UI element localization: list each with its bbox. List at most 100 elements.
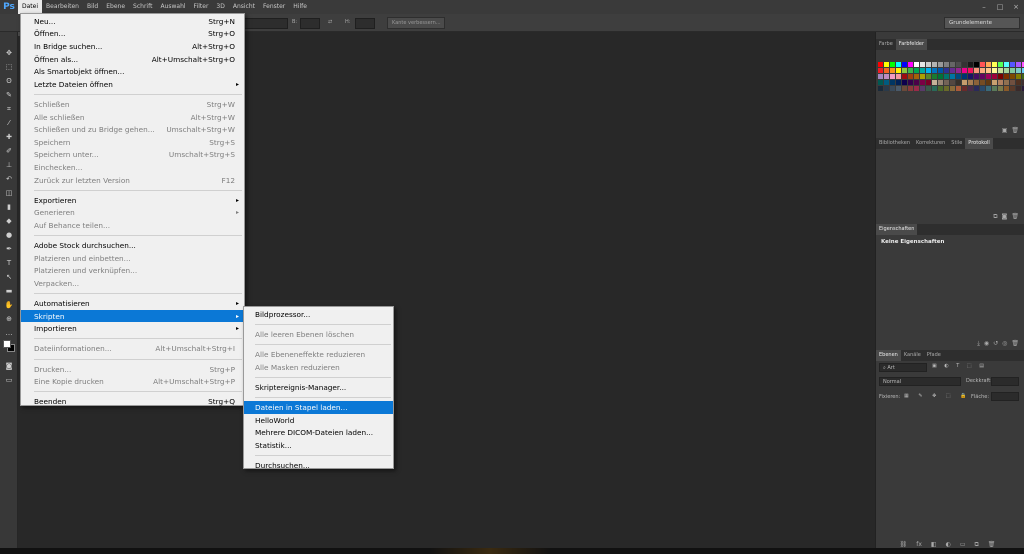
healing-brush-icon[interactable]: ✚ bbox=[3, 132, 15, 143]
color-swatch[interactable] bbox=[950, 74, 955, 79]
color-swatch[interactable] bbox=[920, 62, 925, 67]
menu-auswahl[interactable]: Auswahl bbox=[156, 0, 189, 14]
color-swatch[interactable] bbox=[956, 74, 961, 79]
color-swatch[interactable] bbox=[890, 62, 895, 67]
marquee-tool-icon[interactable]: ⬚ bbox=[3, 62, 15, 73]
layer-filter-icons[interactable]: ▣ ◐ T ⬚ ▤ bbox=[932, 363, 987, 369]
layer-filter-select[interactable]: ⌕ Art bbox=[879, 363, 927, 372]
color-swatch[interactable] bbox=[1004, 80, 1009, 85]
brush-tool-icon[interactable]: ✐ bbox=[3, 146, 15, 157]
color-swatch[interactable] bbox=[896, 86, 901, 91]
lasso-tool-icon[interactable]: ʘ bbox=[3, 76, 15, 87]
menu-datei[interactable]: Datei bbox=[18, 0, 43, 14]
menu-bearbeiten[interactable]: Bearbeiten bbox=[42, 0, 83, 14]
color-swatch[interactable] bbox=[926, 74, 931, 79]
color-swatch[interactable] bbox=[944, 86, 949, 91]
color-swatch[interactable] bbox=[956, 62, 961, 67]
color-swatch[interactable] bbox=[938, 62, 943, 67]
color-swatch[interactable] bbox=[950, 68, 955, 73]
script-item-statistik[interactable]: Statistik... bbox=[244, 439, 393, 452]
type-tool-icon[interactable]: T bbox=[3, 258, 15, 269]
trash-icon[interactable]: 🗑 bbox=[1011, 127, 1019, 136]
color-swatch[interactable] bbox=[956, 80, 961, 85]
color-swatch[interactable] bbox=[968, 68, 973, 73]
color-swatch[interactable] bbox=[980, 68, 985, 73]
reset-icon[interactable]: ↺ bbox=[993, 340, 998, 349]
color-swatch[interactable] bbox=[902, 68, 907, 73]
color-swatch[interactable] bbox=[1016, 80, 1021, 85]
color-swatch[interactable] bbox=[914, 62, 919, 67]
tab-protokoll[interactable]: Protokoll bbox=[965, 138, 993, 149]
tab-pfade[interactable]: Pfade bbox=[924, 350, 944, 361]
script-item-durchsuchen[interactable]: Durchsuchen... bbox=[244, 459, 393, 472]
color-swatch[interactable] bbox=[920, 68, 925, 73]
color-swatch[interactable] bbox=[998, 86, 1003, 91]
trash-icon[interactable]: 🗑 bbox=[1011, 340, 1019, 349]
color-swatch[interactable] bbox=[974, 74, 979, 79]
menu-item-als-smartobjekt-oeffnen[interactable]: Als Smartobjekt öffnen... bbox=[21, 65, 244, 78]
clip-icon[interactable]: ⤓ bbox=[977, 340, 980, 349]
color-swatch[interactable] bbox=[992, 68, 997, 73]
visibility-icon[interactable]: ◎ bbox=[1002, 340, 1007, 349]
color-swatch[interactable] bbox=[986, 68, 991, 73]
color-swatch[interactable] bbox=[932, 62, 937, 67]
menu-item-automatisieren[interactable]: Automatisieren ▸ bbox=[21, 297, 244, 310]
menu-item-beenden[interactable]: Beenden Strg+Q bbox=[21, 396, 244, 409]
script-item-bildprozessor[interactable]: Bildprozessor... bbox=[244, 308, 393, 321]
menu-ansicht[interactable]: Ansicht bbox=[229, 0, 259, 14]
color-swatch[interactable] bbox=[986, 80, 991, 85]
color-swatch[interactable] bbox=[980, 86, 985, 91]
quick-select-tool-icon[interactable]: ✎ bbox=[3, 90, 15, 101]
color-swatch[interactable] bbox=[1010, 80, 1015, 85]
color-swatch[interactable] bbox=[926, 86, 931, 91]
menu-fenster[interactable]: Fenster bbox=[259, 0, 289, 14]
menu-hilfe[interactable]: Hilfe bbox=[289, 0, 311, 14]
menu-item-exportieren[interactable]: Exportieren ▸ bbox=[21, 194, 244, 207]
script-item-dateien-in-stapel-laden[interactable]: Dateien in Stapel laden... bbox=[244, 401, 393, 414]
color-swatch[interactable] bbox=[890, 86, 895, 91]
tab-bibliotheken[interactable]: Bibliotheken bbox=[876, 138, 913, 149]
color-swatch[interactable] bbox=[950, 62, 955, 67]
color-swatch[interactable] bbox=[896, 74, 901, 79]
menu-item-neu[interactable]: Neu... Strg+N bbox=[21, 15, 244, 28]
color-swatch[interactable] bbox=[980, 62, 985, 67]
color-swatch[interactable] bbox=[944, 80, 949, 85]
color-swatch[interactable] bbox=[950, 80, 955, 85]
rectangle-tool-icon[interactable]: ▬ bbox=[3, 286, 15, 297]
color-swatch[interactable] bbox=[1016, 86, 1021, 91]
color-swatch[interactable] bbox=[932, 80, 937, 85]
menu-ebene[interactable]: Ebene bbox=[102, 0, 129, 14]
fill-field[interactable] bbox=[991, 392, 1019, 401]
script-item-mehrere-dicom-dateien-laden[interactable]: Mehrere DICOM-Dateien laden... bbox=[244, 427, 393, 440]
color-swatch[interactable] bbox=[878, 68, 883, 73]
hand-tool-icon[interactable]: ✋ bbox=[3, 300, 15, 311]
color-swatch[interactable] bbox=[908, 80, 913, 85]
color-swatch[interactable] bbox=[884, 80, 889, 85]
color-swatch[interactable] bbox=[1004, 68, 1009, 73]
color-swatch[interactable] bbox=[1004, 86, 1009, 91]
history-brush-icon[interactable]: ↶ bbox=[3, 174, 15, 185]
script-item-helloworld[interactable]: HelloWorld bbox=[244, 414, 393, 427]
color-swatch[interactable] bbox=[884, 74, 889, 79]
blend-mode-select[interactable]: Normal bbox=[879, 377, 961, 386]
color-swatch[interactable] bbox=[938, 68, 943, 73]
eraser-tool-icon[interactable]: ◫ bbox=[3, 188, 15, 199]
color-swatch[interactable] bbox=[884, 86, 889, 91]
color-swatch[interactable] bbox=[884, 68, 889, 73]
camera-icon[interactable]: ◙ bbox=[1002, 213, 1008, 222]
color-swatch[interactable] bbox=[1016, 68, 1021, 73]
color-swatch[interactable] bbox=[956, 86, 961, 91]
color-swatch[interactable] bbox=[1004, 74, 1009, 79]
color-swatch[interactable] bbox=[1010, 74, 1015, 79]
color-swatch[interactable] bbox=[902, 80, 907, 85]
color-swatch[interactable] bbox=[986, 86, 991, 91]
color-swatch[interactable] bbox=[902, 74, 907, 79]
color-swatch[interactable] bbox=[998, 68, 1003, 73]
color-swatch[interactable] bbox=[1010, 68, 1015, 73]
menu-filter[interactable]: Filter bbox=[190, 0, 213, 14]
clone-stamp-icon[interactable]: ⊥ bbox=[3, 160, 15, 171]
color-swatch[interactable] bbox=[980, 74, 985, 79]
color-swatch[interactable] bbox=[986, 62, 991, 67]
color-swatch[interactable] bbox=[878, 74, 883, 79]
screen-mode-icon[interactable]: ▭ bbox=[3, 375, 15, 386]
